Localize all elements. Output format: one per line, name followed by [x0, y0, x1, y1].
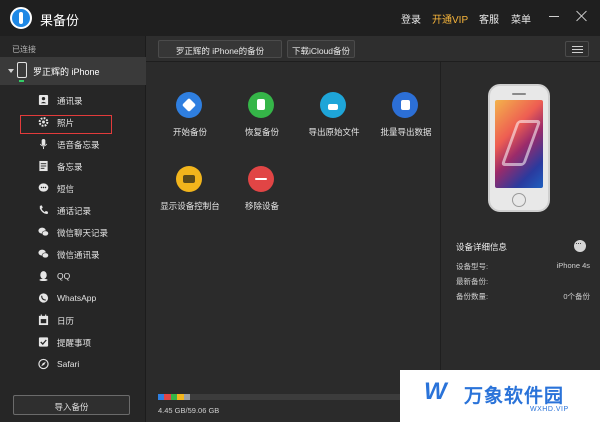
sidebar-item-label: 日历 — [57, 316, 75, 326]
sidebar-item-label: 微信通讯录 — [57, 250, 100, 260]
tabs-bar: 罗正辉的 iPhone的备份 下载iCloud备份 — [146, 36, 600, 62]
more-icon[interactable] — [574, 238, 586, 252]
calendar-icon — [38, 314, 49, 326]
sidebar-item-label: 微信聊天记录 — [57, 228, 109, 238]
sidebar-item-calendar[interactable]: 日历 — [0, 310, 146, 332]
main-panel: 罗正辉的 iPhone的备份 下载iCloud备份 开始备份 恢复备份 导出原始… — [146, 36, 600, 422]
qq-icon — [39, 271, 48, 282]
phone-preview — [488, 84, 550, 212]
login-link[interactable]: 登录 — [401, 11, 421, 26]
phone-icon — [17, 62, 27, 82]
wechat-icon — [38, 227, 49, 237]
watermark-text: 万象软件园 — [464, 386, 565, 407]
connected-label: 已连接 — [12, 45, 36, 54]
info-value: iPhone 4s — [556, 261, 590, 270]
message-icon — [38, 183, 49, 192]
title-bar: 果备份 登录 开通VIP 客服 菜单 — [0, 0, 600, 36]
latest-backup-row: 最新备份: — [456, 276, 590, 287]
device-row[interactable]: 罗正辉的 iPhone — [0, 57, 146, 85]
device-info-title: 设备详细信息 — [456, 242, 508, 252]
sidebar-item-label: Safari — [57, 359, 80, 369]
batch-export-action[interactable]: 批量导出数据 — [362, 92, 450, 152]
watermark-subtext: WXHD.VIP — [530, 406, 569, 413]
sidebar-item-label: 通讯录 — [57, 96, 83, 106]
phone-call-icon — [39, 205, 49, 215]
phone-screen — [495, 100, 543, 188]
sidebar-item-whatsapp[interactable]: WhatsApp — [0, 288, 146, 310]
reminder-icon — [38, 337, 49, 347]
logo-icon — [10, 7, 32, 29]
export-icon[interactable] — [320, 92, 346, 118]
microphone-icon — [39, 138, 48, 150]
list-view-button[interactable] — [565, 41, 589, 57]
sidebar-item-call-log[interactable]: 通话记录 — [0, 200, 146, 222]
contacts-icon — [38, 94, 49, 106]
remove-device-action[interactable]: 移除设备 — [218, 166, 306, 226]
device-name: 罗正辉的 iPhone — [33, 67, 100, 77]
close-icon[interactable] — [575, 9, 589, 23]
info-label: 设备型号: — [456, 262, 489, 271]
sidebar-item-label: 语音备忘录 — [57, 140, 100, 150]
sidebar-item-voice-memos[interactable]: 语音备忘录 — [0, 134, 146, 156]
sidebar-item-messages[interactable]: 短信 — [0, 178, 146, 200]
tab-icloud-backup[interactable]: 下载iCloud备份 — [287, 40, 355, 58]
selection-highlight — [20, 115, 112, 134]
watermark-logo-icon: W — [424, 378, 447, 405]
sidebar-item-reminders[interactable]: 提醒事项 — [0, 332, 146, 354]
service-link[interactable]: 客服 — [479, 11, 499, 26]
safari-icon — [38, 358, 49, 370]
chevron-down-icon[interactable] — [8, 69, 14, 73]
sidebar-item-label: 通话记录 — [57, 206, 92, 216]
sidebar-item-label: 提醒事项 — [57, 338, 92, 348]
action-label: 批量导出数据 — [380, 127, 432, 137]
menu-link[interactable]: 菜单 — [511, 11, 531, 26]
notes-icon — [39, 160, 48, 172]
storage-text: 4.45 GB/59.06 GB — [158, 406, 220, 415]
import-backup-label: 导入备份 — [54, 402, 89, 412]
panel-divider — [440, 62, 441, 382]
sidebar-item-label: QQ — [57, 271, 71, 281]
watermark: W 万象软件园 WXHD.VIP — [400, 370, 600, 422]
tab-device-backup[interactable]: 罗正辉的 iPhone的备份 — [158, 40, 282, 58]
sidebar-item-label: WhatsApp — [57, 293, 97, 303]
sidebar-item-wechat-contacts[interactable]: 微信通讯录 — [0, 244, 146, 266]
backup-icon[interactable] — [176, 92, 202, 118]
sidebar-item-contacts[interactable]: 通讯录 — [0, 90, 146, 112]
sidebar-item-qq[interactable]: QQ — [0, 266, 146, 288]
restore-icon[interactable] — [248, 92, 274, 118]
sidebar: 已连接 罗正辉的 iPhone 通讯录 照片 语音备忘录 备忘录 短信 通话记录… — [0, 36, 146, 422]
sidebar-item-notes[interactable]: 备忘录 — [0, 156, 146, 178]
remove-icon[interactable] — [248, 166, 274, 192]
whatsapp-icon — [38, 293, 49, 303]
sidebar-item-label: 备忘录 — [57, 162, 83, 172]
tab-label: 下载iCloud备份 — [291, 46, 351, 56]
tab-label: 罗正辉的 iPhone的备份 — [175, 46, 265, 56]
info-value: 0个备份 — [563, 292, 590, 301]
app-title: 果备份 — [40, 13, 80, 28]
speaker-icon — [512, 93, 526, 95]
home-button-icon — [512, 193, 526, 207]
sidebar-item-label: 短信 — [57, 184, 75, 194]
vip-link[interactable]: 开通VIP — [432, 11, 468, 26]
sidebar-item-wechat-chats[interactable]: 微信聊天记录 — [0, 222, 146, 244]
wechat-contacts-icon — [38, 249, 49, 259]
import-backup-button[interactable]: 导入备份 — [13, 395, 130, 415]
info-label: 最新备份: — [456, 277, 489, 286]
console-icon[interactable] — [176, 166, 202, 192]
minimize-icon[interactable] — [547, 9, 561, 23]
batch-export-icon[interactable] — [392, 92, 418, 118]
info-label: 备份数量: — [456, 292, 489, 301]
device-model-row: 设备型号: iPhone 4s — [456, 261, 590, 272]
storage-segment — [183, 394, 191, 400]
backup-count-row: 备份数量: 0个备份 — [456, 291, 590, 302]
sidebar-item-safari[interactable]: Safari — [0, 354, 146, 376]
action-label: 移除设备 — [244, 201, 279, 211]
